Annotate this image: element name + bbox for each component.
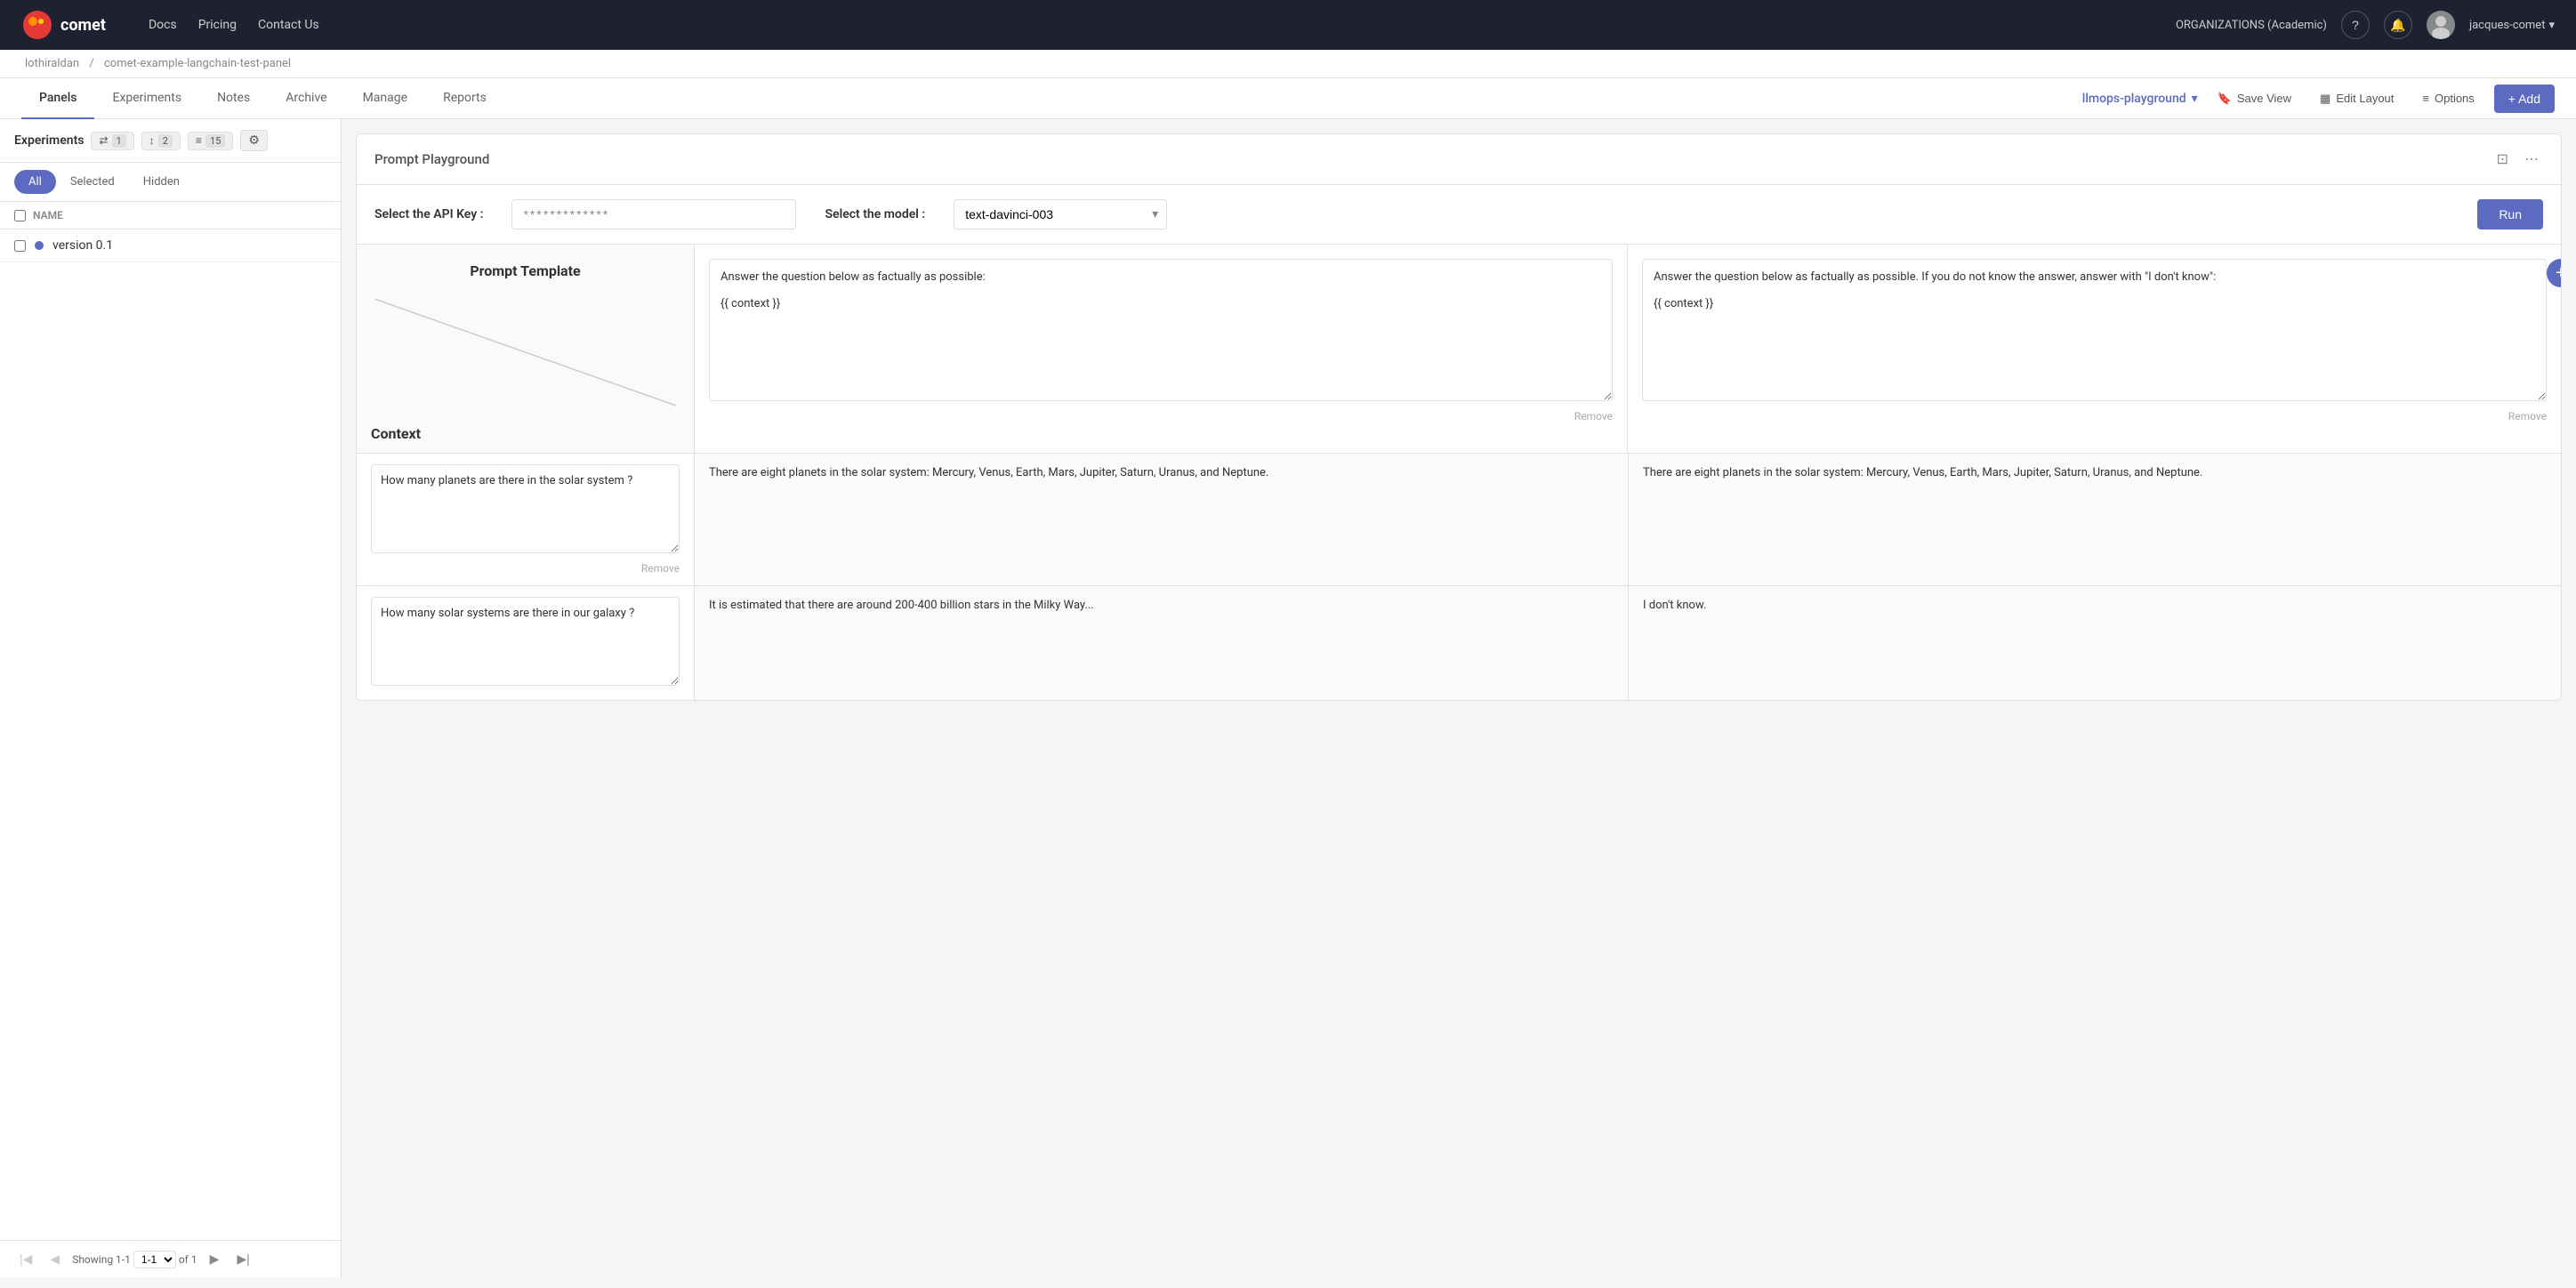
panel-header: Prompt Playground ⊡ ⋯ — [357, 134, 2561, 185]
sidebar-footer: |◀ ◀ Showing 1-1 1-1 of 1 ▶ ▶| — [0, 1240, 341, 1277]
context-textarea-2[interactable]: How many solar systems are there in our … — [371, 597, 680, 686]
bookmark-icon: 🔖 — [2218, 92, 2232, 106]
expand-icon[interactable]: ⊡ — [2492, 149, 2513, 170]
org-label: ORGANIZATIONS (Academic) — [2176, 19, 2327, 32]
first-page-button[interactable]: |◀ — [14, 1250, 37, 1268]
nav-right: ORGANIZATIONS (Academic) ? 🔔 jacques-com… — [2176, 11, 2555, 39]
next-page-button[interactable]: ▶ — [205, 1250, 225, 1268]
main-layout: Experiments ⇄ 1 ↕ 2 ≡ 15 ⚙ All Selected … — [0, 119, 2576, 1277]
api-key-label: Select the API Key : — [374, 207, 483, 221]
data-row-2: How many solar systems are there in our … — [357, 585, 2561, 700]
filter-chip-1[interactable]: ⇄ 1 — [91, 132, 133, 150]
prompt-template-label: Prompt Template — [357, 245, 694, 290]
template-textarea-1[interactable]: Answer the question below as factually a… — [709, 259, 1613, 401]
model-select[interactable]: text-davinci-003 gpt-3.5-turbo gpt-4 — [954, 199, 1167, 229]
nav-links: Docs Pricing Contact Us — [149, 18, 2147, 32]
sidebar: Experiments ⇄ 1 ↕ 2 ≡ 15 ⚙ All Selected … — [0, 119, 342, 1277]
status-dot — [35, 241, 44, 250]
prev-page-button[interactable]: ◀ — [44, 1250, 65, 1268]
panel-card: Prompt Playground ⊡ ⋯ Select the API Key… — [356, 133, 2562, 701]
layout-icon: ▦ — [2320, 92, 2330, 106]
api-key-row: Select the API Key : Select the model : … — [357, 185, 2561, 245]
template-col-2: Answer the question below as factually a… — [1628, 245, 2561, 453]
top-nav: comet Docs Pricing Contact Us ORGANIZATI… — [0, 0, 2576, 50]
remove-template-1[interactable]: Remove — [709, 410, 1613, 423]
experiment-name[interactable]: version 0.1 — [52, 238, 113, 253]
tab-archive[interactable]: Archive — [268, 78, 344, 119]
sidebar-table-header: NAME — [0, 202, 341, 229]
settings-chip[interactable]: ⚙ — [240, 130, 268, 151]
last-page-button[interactable]: ▶| — [231, 1250, 254, 1268]
template-textarea-2[interactable]: Answer the question below as factually a… — [1642, 259, 2547, 401]
sidebar-filter-bar: All Selected Hidden — [0, 163, 341, 202]
nav-contact[interactable]: Contact Us — [258, 18, 319, 32]
tab-reports[interactable]: Reports — [425, 78, 504, 119]
model-label: Select the model : — [825, 207, 925, 221]
diagonal-line-area — [357, 290, 694, 415]
response-cell-2-2: I don't know. — [1628, 585, 2561, 700]
panel-header-icons: ⊡ ⋯ — [2492, 149, 2543, 170]
context-cell-1: How many planets are there in the solar … — [357, 453, 695, 585]
more-options-icon[interactable]: ⋯ — [2520, 149, 2543, 170]
filter-chip-2[interactable]: ↕ 2 — [141, 132, 181, 150]
breadcrumb-project[interactable]: comet-example-langchain-test-panel — [104, 57, 291, 70]
data-row-1: How many planets are there in the solar … — [357, 453, 2561, 585]
sidebar-header: Experiments ⇄ 1 ↕ 2 ≡ 15 ⚙ — [0, 119, 341, 163]
options-button[interactable]: ≡ Options — [2413, 86, 2483, 110]
save-view-button[interactable]: 🔖 Save View — [2209, 86, 2300, 111]
edit-layout-button[interactable]: ▦ Edit Layout — [2311, 86, 2403, 111]
logo[interactable]: comet — [21, 9, 106, 41]
workspace-selector[interactable]: llmops-playground ▾ — [2082, 92, 2198, 106]
model-select-wrapper: text-davinci-003 gpt-3.5-turbo gpt-4 ▾ — [954, 199, 1167, 229]
avatar — [2427, 11, 2455, 39]
run-button[interactable]: Run — [2477, 199, 2543, 229]
context-label: Context — [357, 415, 694, 453]
filter-chip-3[interactable]: ≡ 15 — [188, 132, 233, 150]
tabs-list: Panels Experiments Notes Archive Manage … — [21, 78, 2082, 118]
tabs-bar: Panels Experiments Notes Archive Manage … — [0, 78, 2576, 119]
notifications-button[interactable]: 🔔 — [2384, 11, 2412, 39]
breadcrumb: lothiraldan / comet-example-langchain-te… — [0, 50, 2576, 78]
table-row: version 0.1 — [0, 229, 341, 262]
panel-title: Prompt Playground — [374, 151, 489, 167]
tab-experiments[interactable]: Experiments — [94, 78, 199, 119]
response-cell-1-2: There are eight planets in the solar sys… — [1628, 453, 2561, 585]
filter-selected[interactable]: Selected — [56, 170, 129, 194]
context-cell-2: How many solar systems are there in our … — [357, 585, 695, 700]
nav-docs[interactable]: Docs — [149, 18, 177, 32]
user-label[interactable]: jacques-comet ▾ — [2469, 19, 2555, 32]
sidebar-title: Experiments — [14, 133, 84, 148]
tab-notes[interactable]: Notes — [199, 78, 268, 119]
nav-pricing[interactable]: Pricing — [198, 18, 237, 32]
help-button[interactable]: ? — [2341, 11, 2370, 39]
context-textarea-1[interactable]: How many planets are there in the solar … — [371, 464, 680, 553]
menu-icon: ≡ — [2422, 92, 2429, 105]
response-cell-1-1: There are eight planets in the solar sys… — [695, 453, 1628, 585]
add-template-button[interactable]: + — [2547, 259, 2562, 287]
response-cell-2-1: It is estimated that there are around 20… — [695, 585, 1628, 700]
tab-manage[interactable]: Manage — [345, 78, 425, 119]
template-col-1: Answer the question below as factually a… — [695, 245, 1628, 453]
remove-template-2[interactable]: Remove — [1642, 410, 2547, 423]
content-area: Prompt Playground ⊡ ⋯ Select the API Key… — [342, 119, 2576, 1277]
showing-text: Showing 1-1 1-1 of 1 — [72, 1251, 197, 1268]
filter-all[interactable]: All — [14, 170, 56, 194]
api-key-input[interactable] — [511, 199, 796, 229]
tab-panels[interactable]: Panels — [21, 78, 94, 119]
row-checkbox[interactable] — [14, 240, 26, 252]
template-header-row: Prompt Template Context Answer the quest… — [357, 245, 2561, 453]
gear-icon: ⚙ — [248, 133, 260, 148]
left-col: Prompt Template Context — [357, 245, 695, 453]
page-select[interactable]: 1-1 — [133, 1251, 176, 1268]
logo-text: comet — [60, 16, 106, 35]
select-all-checkbox[interactable] — [14, 210, 26, 221]
add-button[interactable]: + Add — [2494, 85, 2555, 113]
breadcrumb-separator: / — [89, 57, 93, 70]
remove-context-1[interactable]: Remove — [371, 562, 680, 575]
tabs-right: llmops-playground ▾ 🔖 Save View ▦ Edit L… — [2082, 85, 2555, 113]
filter-hidden[interactable]: Hidden — [129, 170, 194, 194]
breadcrumb-workspace[interactable]: lothiraldan — [25, 57, 79, 70]
